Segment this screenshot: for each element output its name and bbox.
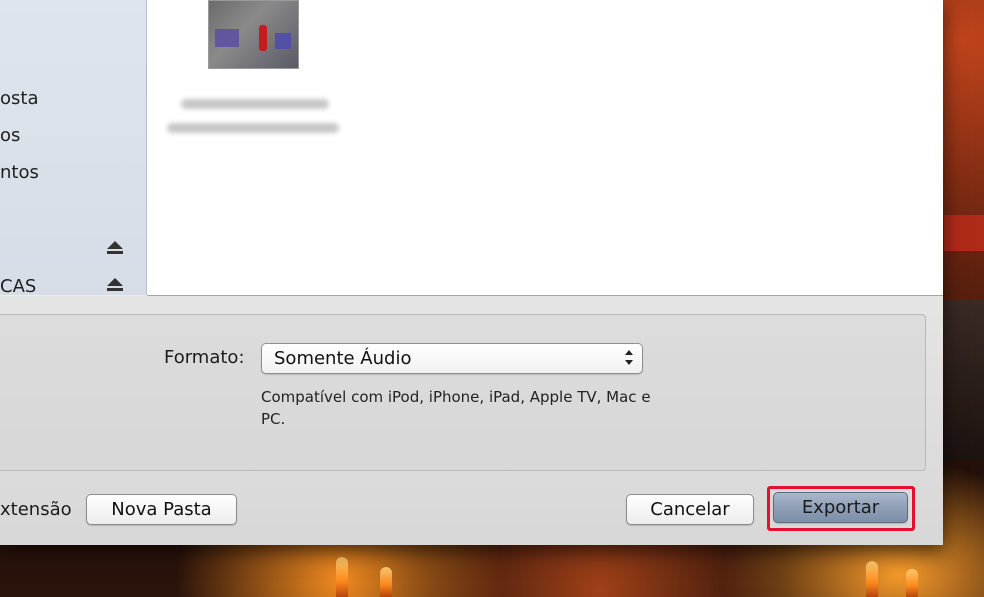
updown-arrows-icon xyxy=(624,350,634,368)
cancel-button[interactable]: Cancelar xyxy=(626,494,754,525)
format-popup[interactable]: Somente Áudio xyxy=(261,343,643,374)
blurred-filename xyxy=(167,123,339,133)
background-light xyxy=(336,557,348,597)
background-red-stripe xyxy=(944,215,984,251)
sidebar-item[interactable]: osta xyxy=(0,88,38,109)
sidebar-item[interactable]: CAS xyxy=(0,276,36,297)
background-performer xyxy=(944,300,984,460)
new-folder-button[interactable]: Nova Pasta xyxy=(86,494,237,525)
background-light xyxy=(866,561,878,597)
video-thumbnail[interactable] xyxy=(208,0,299,69)
export-dialog: osta os ntos CAS Formato: Somente Áudio … xyxy=(0,0,943,545)
sidebar-item[interactable]: ntos xyxy=(0,162,39,183)
background-light xyxy=(906,569,918,597)
format-label: Formato: xyxy=(164,347,245,368)
blurred-filename xyxy=(181,99,329,109)
eject-icon[interactable] xyxy=(107,278,123,292)
eject-icon[interactable] xyxy=(107,241,123,255)
background-light xyxy=(380,567,392,597)
highlight-box xyxy=(767,486,915,531)
sidebar-item[interactable]: os xyxy=(0,125,20,146)
format-popup-value: Somente Áudio xyxy=(274,348,412,369)
sidebar: osta os ntos CAS xyxy=(0,0,147,297)
extension-checkbox-label[interactable]: xtensão xyxy=(0,499,72,520)
format-description: Compatível com iPod, iPhone, iPad, Apple… xyxy=(261,388,651,428)
file-browser xyxy=(147,0,943,296)
